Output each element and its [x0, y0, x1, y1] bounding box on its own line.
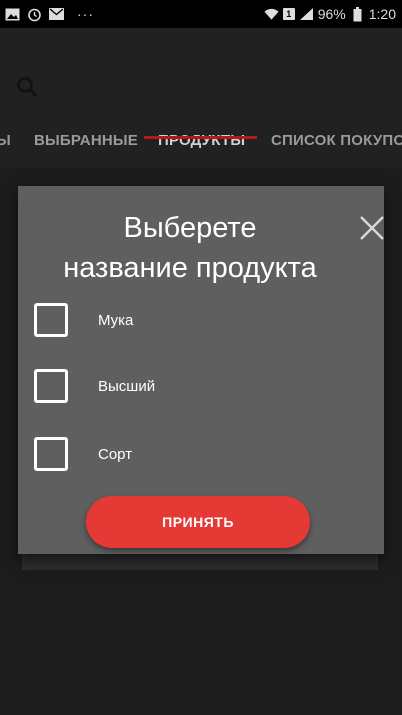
app-bar: Ы ВЫБРАННЫЕ ПРОДУКТЫ СПИСОК ПОКУПО: [0, 28, 402, 168]
accept-button[interactable]: ПРИНЯТЬ: [86, 496, 310, 548]
tab-bar: Ы ВЫБРАННЫЕ ПРОДУКТЫ СПИСОК ПОКУПО: [0, 126, 402, 166]
battery-icon: [350, 6, 365, 22]
battery-percent: 96%: [317, 6, 346, 22]
dialog-title-line2: название продукта: [63, 252, 317, 284]
signal-icon: [299, 7, 314, 22]
dialog-title-line1: Выберете: [123, 212, 257, 244]
option-item[interactable]: Сорт: [34, 434, 334, 474]
image-icon: [5, 7, 20, 22]
option-label: Сорт: [98, 445, 133, 463]
tab-prev[interactable]: Ы: [0, 126, 11, 166]
option-label: Мука: [98, 311, 134, 329]
search-button[interactable]: [12, 72, 42, 102]
product-dialog: Выберете название продукта Мука Высший С…: [18, 186, 384, 554]
mail-icon: [49, 7, 64, 22]
sim-badge: 1: [282, 8, 295, 20]
tab-products[interactable]: ПРОДУКТЫ: [158, 126, 245, 166]
option-item[interactable]: Мука: [34, 300, 334, 340]
tab-shopping-list[interactable]: СПИСОК ПОКУПО: [271, 126, 402, 166]
option-item[interactable]: Высший: [34, 366, 334, 406]
search-icon: [17, 77, 38, 98]
clock: 1:20: [368, 6, 396, 22]
status-bar: ··· 1 96% 1:20: [0, 0, 402, 28]
tab-favorites[interactable]: ВЫБРАННЫЕ: [34, 126, 138, 166]
option-label: Высший: [98, 377, 156, 395]
alarm-icon: [27, 7, 42, 22]
option-checkbox[interactable]: [34, 437, 68, 471]
option-checkbox[interactable]: [34, 369, 68, 403]
option-checkbox[interactable]: [34, 303, 68, 337]
wifi-icon: [264, 7, 279, 22]
close-button[interactable]: [358, 214, 386, 242]
dialog-title: Выберете название продукта: [18, 208, 362, 288]
close-icon: [360, 216, 384, 240]
tab-indicator: [144, 136, 257, 139]
more-notifications: ···: [77, 6, 94, 22]
